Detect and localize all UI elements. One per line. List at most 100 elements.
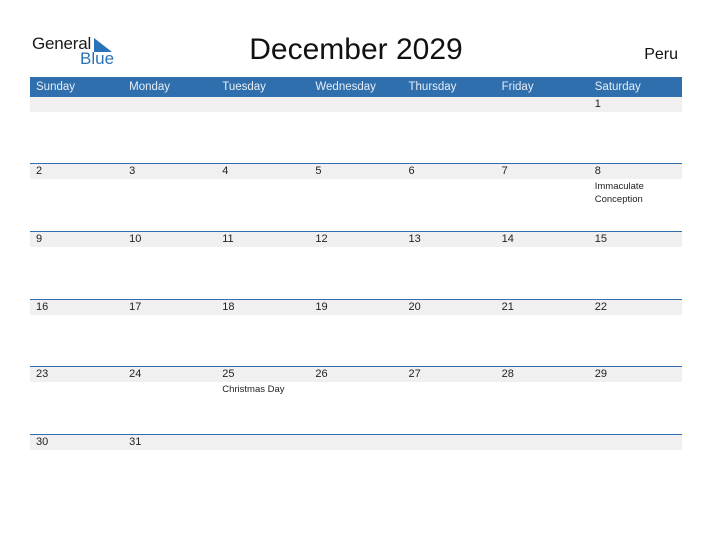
week-row: 2 3 4 5 6 7 8 Immaculate Conception [30,163,682,231]
weekday-header: Sunday Monday Tuesday Wednesday Thursday… [30,77,682,97]
day-cell [589,435,682,450]
week-row: 30 31 [30,434,682,502]
day-number [409,435,496,450]
week-row: 16 17 18 19 20 21 22 [30,298,682,367]
country-label: Peru [644,46,678,63]
day-number: 5 [315,165,322,177]
day-number: 28 [501,368,514,381]
weekday-tuesday: Tuesday [222,81,266,93]
day-cell: 2 [30,164,123,206]
day-number: 16 [36,300,49,313]
day-number: 21 [501,300,514,313]
day-cell [216,97,309,112]
day-number [502,435,589,450]
weekday-thursday: Thursday [408,81,457,93]
day-cell: 20 [403,300,496,315]
day-number: 31 [129,436,142,448]
day-cell [30,97,123,112]
day-cell [216,435,309,450]
week-row: 23 24 25 Christmas Day 26 27 28 29 [30,366,682,434]
weekday-monday: Monday [129,81,171,93]
day-number: 24 [129,368,142,381]
day-cell: 8 Immaculate Conception [589,164,682,206]
day-cell: 21 [496,300,589,315]
day-cell [403,97,496,112]
holiday-label: Immaculate Conception [594,181,644,205]
day-number: 9 [36,232,43,245]
day-number [502,97,589,112]
day-number: 11 [222,232,234,245]
day-number [36,97,123,112]
weekday-sunday: Sunday [36,81,76,93]
week-row: 9 10 11 12 13 14 15 [30,230,682,299]
weekday-wednesday: Wednesday [315,81,376,93]
day-number: 19 [315,300,328,313]
day-number [315,97,402,112]
holiday-label: Christmas Day [222,384,285,396]
day-number: 3 [129,165,136,177]
day-cell: 26 [309,367,402,396]
day-number: 12 [315,232,328,245]
day-cell: 23 [30,367,123,396]
day-number: 13 [408,232,421,245]
day-number [409,97,496,112]
day-number: 7 [501,165,508,177]
weekday-friday: Friday [501,81,534,93]
day-number [129,97,216,112]
day-number: 2 [36,165,43,177]
day-number [595,435,682,450]
day-cell [123,97,216,112]
day-cell: 14 [496,232,589,247]
day-cell: 30 [30,435,123,450]
day-cell: 17 [123,300,216,315]
day-cell [309,435,402,450]
calendar-grid: Sunday Monday Tuesday Wednesday Thursday… [30,77,682,502]
day-cell: 6 [403,164,496,206]
day-number: 10 [129,232,142,245]
day-number: 17 [129,300,142,313]
day-cell [403,435,496,450]
day-cell: 10 [123,232,216,247]
day-cell: 4 [216,164,309,206]
day-cell: 22 [589,300,682,315]
day-number: 15 [594,232,607,245]
day-number: 27 [408,368,421,381]
day-number [222,435,309,450]
day-cell: 18 [216,300,309,315]
weekday-saturday: Saturday [594,81,641,93]
day-number [315,435,402,450]
day-cell: 27 [403,367,496,396]
day-number: 20 [408,300,421,313]
day-number: 29 [594,368,607,381]
day-cell: 24 [123,367,216,396]
day-cell: 5 [309,164,402,206]
day-number: 8 [594,165,601,177]
day-cell: 9 [30,232,123,247]
day-cell: 13 [403,232,496,247]
day-cell: 11 [216,232,309,247]
day-cell: 16 [30,300,123,315]
page-title: December 2029 [249,33,463,66]
day-cell: 29 [589,367,682,396]
day-cell: 28 [496,367,589,396]
day-cell: 3 [123,164,216,206]
day-cell: 25 Christmas Day [216,367,309,396]
day-number: 30 [36,436,49,448]
day-cell: 19 [309,300,402,315]
day-cell: 1 [589,97,682,112]
day-number: 22 [594,300,607,313]
day-cell [496,97,589,112]
day-cell: 15 [589,232,682,247]
day-number: 1 [594,98,601,110]
day-cell: 12 [309,232,402,247]
day-cell [309,97,402,112]
day-cell: 7 [496,164,589,206]
day-cell [496,435,589,450]
day-cell: 31 [123,435,216,450]
day-number: 25 [222,368,235,381]
day-number: 26 [315,368,328,381]
day-number: 18 [222,300,235,313]
day-number [222,97,309,112]
day-number: 6 [408,165,415,177]
week-row: 1 [30,97,682,163]
